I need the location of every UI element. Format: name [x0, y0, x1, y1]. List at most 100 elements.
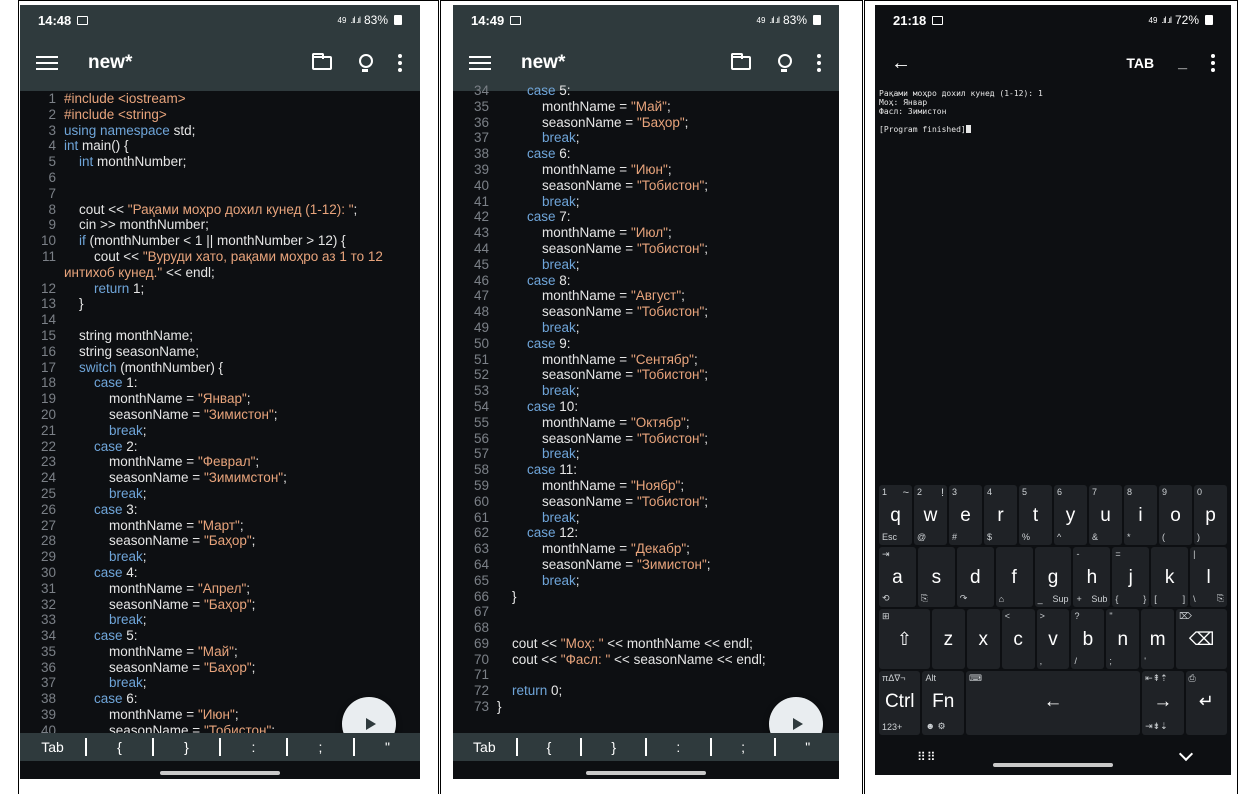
code-line[interactable]: 72 return 0; — [453, 683, 839, 699]
code-line[interactable]: 8 cout << "Рақами моҳро дохил кунед (1-1… — [20, 202, 420, 218]
code-line[interactable]: 40 seasonName = "Тобистон"; — [453, 178, 839, 194]
code-line[interactable]: 65 break; — [453, 573, 839, 589]
code-line[interactable]: 46 case 8: — [453, 273, 839, 289]
key-⌫[interactable]: ⌦ ⌫ — [1176, 609, 1228, 669]
code-line[interactable]: 22 case 2: — [20, 439, 420, 455]
code-line[interactable]: 16 string seasonName; — [20, 344, 420, 360]
code-line[interactable]: 54 case 10: — [453, 399, 839, 415]
extra-key[interactable]: Tab — [453, 738, 518, 756]
key-h[interactable]: - h + Sub — [1073, 547, 1111, 607]
code-line[interactable]: 18 case 1: — [20, 375, 420, 391]
code-line[interactable]: 35 monthName = "Май"; — [20, 644, 420, 660]
code-line[interactable]: 53 break; — [453, 383, 839, 399]
key-l[interactable]: | l \ ⎘ — [1190, 547, 1228, 607]
key-fn[interactable]: Alt Fn ☻ ⚙ — [922, 671, 964, 735]
home-indicator[interactable] — [586, 771, 706, 775]
key-m[interactable]: m ' — [1141, 609, 1175, 669]
key-ctrl[interactable]: πΔ∇¬ Ctrl 123+ — [879, 671, 921, 735]
code-line[interactable]: 43 monthName = "Июл"; — [453, 225, 839, 241]
code-line[interactable]: 31 monthName = "Апрел"; — [20, 581, 420, 597]
key-↵[interactable]: ⎙ ↵ — [1185, 671, 1228, 735]
folder-icon[interactable] — [731, 53, 751, 70]
key-o[interactable]: 9 o ( — [1159, 485, 1192, 545]
code-line[interactable]: 61 break; — [453, 510, 839, 526]
extra-key[interactable]: Tab — [20, 738, 87, 756]
code-editor[interactable]: 1 #include <iostream> 2 #include <string> 3 u… — [20, 91, 420, 733]
folder-icon[interactable] — [312, 53, 332, 70]
code-line[interactable]: 21 break; — [20, 423, 420, 439]
code-line[interactable]: 38 case 6: — [453, 146, 839, 162]
key-←[interactable]: ⌨ ← — [965, 671, 1141, 735]
code-line[interactable]: 17 switch (monthNumber) { — [20, 360, 420, 376]
code-line[interactable]: 27 monthName = "Март"; — [20, 518, 420, 534]
code-line[interactable]: 10 if (monthNumber < 1 || monthNumber > … — [20, 233, 420, 249]
code-line[interactable]: 64 seasonName = "Зимистон"; — [453, 557, 839, 573]
key-k[interactable]: k [] — [1151, 547, 1189, 607]
code-line[interactable]: 20 seasonName = "Зимистон"; — [20, 407, 420, 423]
code-line[interactable]: 48 seasonName = "Тобистон"; — [453, 304, 839, 320]
key-p[interactable]: 0 p) — [1194, 485, 1227, 545]
code-line[interactable]: 49 break; — [453, 320, 839, 336]
code-line[interactable]: 45 break; — [453, 257, 839, 273]
code-line[interactable]: 51 monthName = "Сентябр"; — [453, 352, 839, 368]
key-w[interactable]: 2! w @ — [914, 485, 947, 545]
lightbulb-icon[interactable] — [358, 54, 373, 72]
code-line[interactable]: 52 seasonName = "Тобистон"; — [453, 367, 839, 383]
code-line[interactable]: 44 seasonName = "Тобистон"; — [453, 241, 839, 257]
code-line[interactable]: 66 } — [453, 589, 839, 605]
key-→[interactable]: ⇤⇞⇡ → ⇥⇟⇣ — [1142, 671, 1184, 735]
minimize-button[interactable]: _ — [1178, 54, 1187, 72]
key-b[interactable]: ? b / — [1071, 609, 1105, 669]
key-d[interactable]: d ↷ — [956, 547, 994, 607]
code-line[interactable]: 4 int main() { — [20, 138, 420, 154]
extra-key[interactable]: { — [518, 738, 583, 756]
tab-button[interactable]: TAB — [1126, 55, 1154, 71]
code-line[interactable]: 59 monthName = "Ноябр"; — [453, 478, 839, 494]
code-line[interactable]: 63 monthName = "Декабр"; — [453, 541, 839, 557]
code-line[interactable]: 55 monthName = "Октябр"; — [453, 415, 839, 431]
code-line[interactable]: 33 break; — [20, 612, 420, 628]
key-v[interactable]: > v, — [1036, 609, 1070, 669]
code-line[interactable]: 30 case 4: — [20, 565, 420, 581]
key-a[interactable]: ⇥ a ⟲ — [879, 547, 916, 607]
code-line[interactable]: 35 monthName = "Май"; — [453, 99, 839, 115]
code-line[interactable]: 32 seasonName = "Баҳор"; — [20, 597, 420, 613]
code-line[interactable]: 19 monthName = "Январ"; — [20, 391, 420, 407]
code-line[interactable]: 36 seasonName = "Баҳор"; — [20, 660, 420, 676]
key-j[interactable]: = j {} — [1112, 547, 1150, 607]
code-line[interactable]: 9 cin >> monthNumber; — [20, 217, 420, 233]
chevron-down-icon[interactable] — [1178, 746, 1194, 762]
code-line[interactable]: 58 case 11: — [453, 462, 839, 478]
extra-key[interactable]: " — [355, 738, 420, 756]
extra-key[interactable]: ; — [712, 738, 777, 756]
code-line[interactable]: 11 cout << "Вуруди хато, рақами моҳро аз… — [20, 249, 420, 281]
code-line[interactable]: 23 monthName = "Феврал"; — [20, 454, 420, 470]
key-t[interactable]: 5 t% — [1019, 485, 1052, 545]
code-line[interactable]: 60 seasonName = "Тобистон"; — [453, 494, 839, 510]
code-line[interactable]: 28 seasonName = "Баҳор"; — [20, 533, 420, 549]
code-line[interactable]: 71 — [453, 667, 839, 683]
code-line[interactable]: 34 case 5: — [20, 628, 420, 644]
key-u[interactable]: 7 u & — [1089, 485, 1122, 545]
code-line[interactable]: 62 case 12: — [453, 525, 839, 541]
key-y[interactable]: 6 y ^ — [1054, 485, 1087, 545]
key-f[interactable]: f ⌂ — [995, 547, 1033, 607]
key-c[interactable]: < c — [1001, 609, 1035, 669]
key-e[interactable]: 3 e # — [949, 485, 982, 545]
code-line[interactable]: 2 #include <string> — [20, 107, 420, 123]
code-line[interactable]: 3 using namespace std; — [20, 123, 420, 139]
code-line[interactable]: 34 case 5: — [453, 83, 839, 99]
code-line[interactable]: 69 cout << "Моҳ: " << monthName << endl; — [453, 636, 839, 652]
key-r[interactable]: 4 r $ — [984, 485, 1017, 545]
code-line[interactable]: 36 seasonName = "Баҳор"; — [453, 115, 839, 131]
key-z[interactable]: z — [931, 609, 965, 669]
code-line[interactable]: 26 case 3: — [20, 502, 420, 518]
more-options-icon[interactable] — [817, 54, 821, 72]
menu-icon[interactable] — [469, 56, 491, 70]
code-line[interactable]: 15 string monthName; — [20, 328, 420, 344]
code-line[interactable]: 37 break; — [20, 675, 420, 691]
terminal-output[interactable]: Рақами моҳро дохил кунед (1-12): 1 Моҳ: … — [879, 89, 1227, 134]
lightbulb-icon[interactable] — [777, 54, 792, 72]
code-line[interactable]: 7 — [20, 186, 420, 202]
code-line[interactable]: 56 seasonName = "Тобистон"; — [453, 431, 839, 447]
